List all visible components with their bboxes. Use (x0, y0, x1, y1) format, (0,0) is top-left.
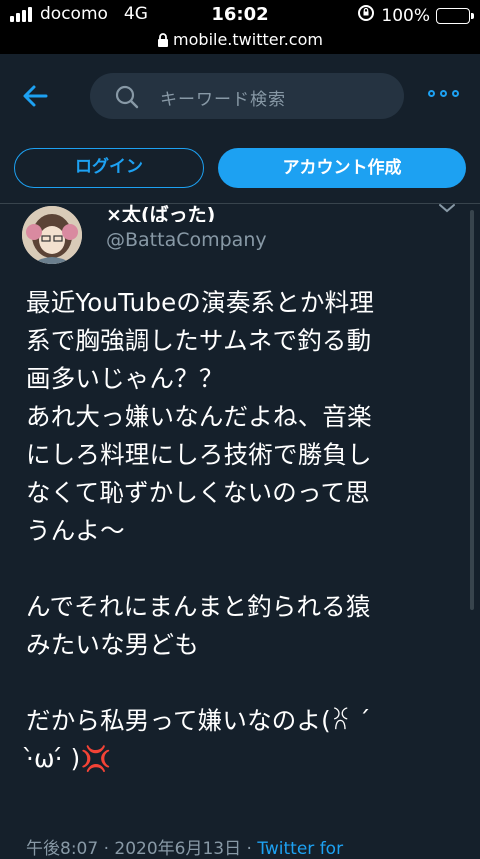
login-button[interactable]: ログイン (14, 148, 204, 188)
top-header: キーワード検索 (0, 54, 480, 138)
search-placeholder: キーワード検索 (160, 90, 286, 110)
battery-icon (436, 7, 474, 24)
avatar[interactable] (22, 206, 82, 264)
url-text: mobile.twitter.com (173, 30, 323, 49)
more-button[interactable] (428, 90, 462, 102)
chevron-down-icon[interactable] (438, 203, 456, 213)
browser-url-bar[interactable]: mobile.twitter.com (0, 30, 480, 54)
tweet-source-link[interactable]: Twitter for (257, 839, 343, 859)
tweet-meta: 午後8:07 · 2020年6月13日 · Twitter for (26, 834, 343, 859)
status-bar: docomo 4G 16:02 100% (0, 0, 480, 30)
tweet-text: 最近YouTubeの演奏系とか料理 系で胸強調したサムネで釣る動 画多いじゃん？… (26, 288, 375, 773)
header-divider (0, 203, 480, 204)
tweet-timestamp[interactable]: 午後8:07 · 2020年6月13日 · (26, 839, 257, 859)
battery-percent: 100% (381, 5, 430, 26)
lock-icon (158, 33, 169, 47)
back-button[interactable] (18, 78, 54, 114)
tweet-handle[interactable]: @BattaCompany (106, 229, 267, 251)
orientation-lock-icon (357, 4, 375, 27)
search-input[interactable]: キーワード検索 (90, 73, 404, 119)
tweet-display-name[interactable]: ×太(ばった) (106, 200, 215, 222)
search-icon (115, 85, 139, 109)
signup-button[interactable]: アカウント作成 (218, 148, 466, 188)
scrollbar[interactable] (470, 210, 474, 610)
arrow-left-icon (23, 85, 48, 107)
more-icon (428, 90, 435, 97)
